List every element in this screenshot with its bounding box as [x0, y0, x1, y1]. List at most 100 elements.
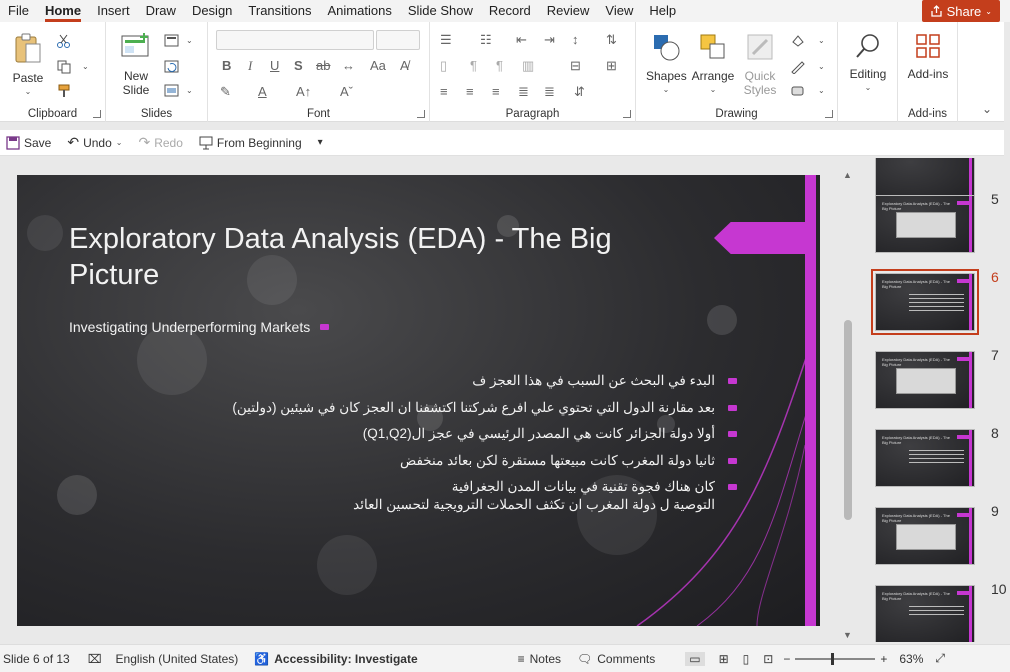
line-spacing-icon[interactable]: ↕	[572, 32, 579, 47]
rtl-icon[interactable]: ¶	[496, 58, 503, 73]
chevron-down-icon[interactable]: ⌄	[186, 36, 193, 45]
strikethrough-icon[interactable]: ab	[316, 58, 330, 73]
tab-review[interactable]: Review	[539, 0, 598, 22]
underline-icon[interactable]: U	[270, 58, 279, 73]
increase-indent-icon[interactable]: ⇥	[544, 32, 555, 48]
align-text-icon[interactable]: ⊟	[570, 58, 581, 74]
decrease-font-icon[interactable]: Aˇ	[340, 84, 353, 99]
tab-draw[interactable]: Draw	[138, 0, 184, 22]
zoom-thumb[interactable]	[831, 652, 835, 665]
share-button[interactable]: Share ⌄	[921, 0, 1000, 22]
zoom-out-icon[interactable]: −	[783, 652, 790, 666]
format-painter-icon[interactable]	[56, 84, 72, 98]
decrease-indent-icon[interactable]: ⇤	[516, 32, 527, 48]
columns-icon[interactable]: ▥	[522, 58, 534, 74]
language-status[interactable]: English (United States)	[116, 652, 239, 666]
slide-sorter-button[interactable]: ⊞	[719, 652, 729, 666]
slide-thumbnail[interactable]: Exploratory Data Analysis (EDA) - The Bi…	[875, 585, 975, 642]
drawing-launcher-icon[interactable]	[825, 110, 833, 118]
copy-icon[interactable]	[56, 60, 72, 74]
chevron-down-icon[interactable]: ⌄	[818, 62, 825, 71]
tab-animations[interactable]: Animations	[320, 0, 400, 22]
normal-view-button[interactable]: ▭	[685, 651, 705, 666]
tab-home[interactable]: Home	[37, 0, 89, 22]
numbering-icon[interactable]: ☷	[480, 32, 492, 48]
italic-icon[interactable]: I	[248, 58, 252, 74]
fit-slide-button[interactable]: ⤢	[935, 651, 945, 666]
clipboard-launcher-icon[interactable]	[93, 110, 101, 118]
tab-slide-show[interactable]: Slide Show	[400, 0, 481, 22]
paste-button[interactable]: Paste ⌄	[8, 32, 48, 99]
column-icon[interactable]: ▯	[440, 58, 447, 74]
paragraph-launcher-icon[interactable]	[623, 110, 631, 118]
character-spacing-icon[interactable]: ↔	[342, 58, 355, 73]
layout-icon[interactable]	[164, 34, 180, 48]
chevron-down-icon[interactable]: ⌄	[186, 86, 193, 95]
shape-outline-icon[interactable]	[790, 60, 806, 74]
zoom-in-icon[interactable]: +	[880, 652, 887, 666]
reading-view-button[interactable]: ▯	[743, 652, 750, 666]
slide-thumbnail[interactable]: Exploratory Data Analysis (EDA) - The Bi…	[875, 351, 975, 409]
chevron-down-icon[interactable]: ⌄	[818, 86, 825, 95]
addins-button[interactable]: Add-ins	[904, 32, 952, 81]
font-launcher-icon[interactable]	[417, 110, 425, 118]
shapes-button[interactable]: Shapes ⌄	[646, 32, 687, 97]
paragraph-spacing-icon[interactable]: ⇵	[574, 84, 585, 100]
align-right-icon[interactable]: ≡	[492, 84, 500, 99]
tab-help[interactable]: Help	[641, 0, 684, 22]
section-icon[interactable]	[164, 84, 180, 98]
font-family-combo[interactable]	[216, 30, 374, 50]
slide-thumbnail[interactable]: Exploratory Data Analysis (EDA) - The Bi…	[875, 195, 975, 253]
ltr-icon[interactable]: ¶	[470, 58, 477, 73]
save-button[interactable]: Save	[6, 136, 51, 150]
new-slide-button[interactable]: New Slide	[114, 32, 158, 97]
notes-button[interactable]: ≡ Notes	[518, 652, 561, 666]
slide-thumbnail[interactable]: Exploratory Data Analysis (EDA) - The Bi…	[875, 507, 975, 565]
zoom-level[interactable]: 63%	[899, 652, 923, 666]
from-beginning-button[interactable]: From Beginning	[199, 136, 302, 150]
tab-design[interactable]: Design	[184, 0, 240, 22]
font-color-icon[interactable]: A	[258, 84, 267, 99]
shape-fill-icon[interactable]	[790, 34, 806, 48]
scroll-up-icon[interactable]: ▲	[843, 170, 852, 180]
customize-qat-button[interactable]: ▾	[318, 137, 323, 148]
increase-font-icon[interactable]: A↑	[296, 84, 311, 99]
cut-icon[interactable]	[56, 34, 72, 48]
redo-button[interactable]: ↷ Redo	[138, 134, 182, 151]
slide-thumbnail[interactable]: Exploratory Data Analysis (EDA) - The Bi…	[875, 429, 975, 487]
editing-button[interactable]: Editing ⌄	[844, 32, 892, 95]
text-direction-icon[interactable]: ⇅	[606, 32, 617, 48]
bold-icon[interactable]: B	[222, 58, 231, 73]
chevron-down-icon[interactable]: ⌄	[818, 36, 825, 45]
slide-thumbnail-selected[interactable]: Exploratory Data Analysis (EDA) - The Bi…	[871, 269, 979, 335]
undo-button[interactable]: ↶ Undo ⌄	[67, 134, 122, 151]
reset-icon[interactable]	[164, 60, 180, 74]
chevron-down-icon[interactable]: ⌄	[116, 138, 123, 147]
arrange-button[interactable]: Arrange ⌄	[690, 32, 736, 97]
scroll-down-icon[interactable]: ▼	[843, 630, 852, 640]
slide-counter[interactable]: Slide 6 of 13	[3, 652, 70, 666]
slide-body[interactable]: البدء في البحث عن السبب في هذا العجز ف ب…	[97, 371, 737, 513]
tab-insert[interactable]: Insert	[89, 0, 138, 22]
zoom-track[interactable]	[795, 652, 876, 665]
accessibility-status[interactable]: ♿ Accessibility: Investigate	[254, 652, 417, 666]
tab-view[interactable]: View	[597, 0, 641, 22]
smartart-icon[interactable]: ⊞	[606, 58, 617, 74]
slide-title[interactable]: Exploratory Data Analysis (EDA) - The Bi…	[69, 221, 669, 293]
shadow-icon[interactable]: S	[294, 58, 303, 73]
align-left-icon[interactable]: ≡	[440, 84, 448, 99]
spelling-status[interactable]: ⌧	[88, 652, 102, 666]
comments-button[interactable]: 🗨 Comments	[577, 652, 655, 666]
slide-subtitle[interactable]: Investigating Underperforming Markets	[69, 319, 330, 335]
scrollbar-thumb[interactable]	[844, 320, 852, 520]
slide-scrollbar[interactable]: ▲ ▼	[842, 170, 854, 640]
change-case-icon[interactable]: Aa	[370, 58, 386, 73]
tab-record[interactable]: Record	[481, 0, 539, 22]
quick-styles-button[interactable]: Quick Styles	[738, 32, 782, 97]
align-center-icon[interactable]: ≡	[466, 84, 474, 99]
shape-effects-icon[interactable]	[790, 84, 806, 98]
highlight-icon[interactable]: ✎	[220, 84, 231, 100]
tab-file[interactable]: File	[0, 0, 37, 22]
clear-formatting-icon[interactable]: A̸	[400, 58, 409, 73]
zoom-slider[interactable]: − +	[783, 652, 887, 666]
